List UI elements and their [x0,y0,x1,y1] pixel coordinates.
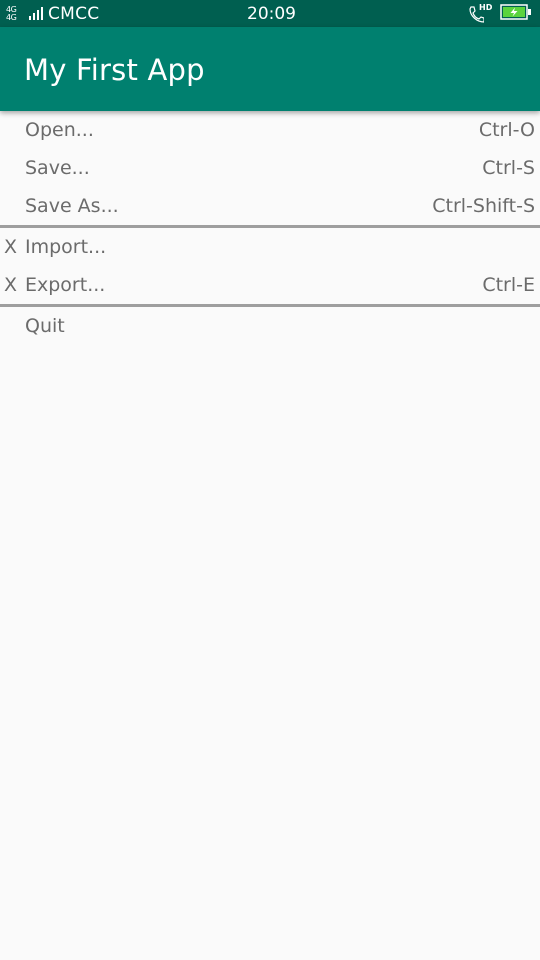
menu-item-export[interactable]: X Export... Ctrl-E [0,266,540,304]
menu-item-shortcut: Ctrl-Shift-S [432,195,535,217]
status-left: 4G 4G CMCC [6,3,99,25]
check-mark: X [4,236,18,258]
menu-item-quit[interactable]: Quit [0,307,540,345]
menu-item-shortcut: Ctrl-E [482,274,535,296]
status-bar: 4G 4G CMCC 20:09 HD [0,0,540,27]
menu-item-save[interactable]: Save... Ctrl-S [0,149,540,187]
menu-item-open[interactable]: Open... Ctrl-O [0,111,540,149]
menu-item-import[interactable]: X Import... [0,228,540,266]
battery-charging-icon [500,4,532,24]
menu-list: Open... Ctrl-O Save... Ctrl-S Save As...… [0,111,540,345]
call-hd-icon: HD [468,3,493,24]
menu-item-label: Save... [25,157,90,179]
menu-item-save-as[interactable]: Save As... Ctrl-Shift-S [0,187,540,225]
status-right: HD [468,3,532,25]
menu-item-label: Import... [25,236,107,258]
menu-item-label: Export... [25,274,106,296]
menu-item-label: Quit [25,315,65,337]
app-title: My First App [24,53,205,87]
carrier-name: CMCC [48,4,100,24]
network-type-label: 4G 4G [6,5,17,22]
status-clock: 20:09 [247,4,296,24]
signal-icon [29,7,45,20]
hd-label: HD [479,3,493,12]
menu-item-label: Save As... [25,195,119,217]
menu-item-shortcut: Ctrl-O [478,119,535,141]
app-bar: My First App [0,27,540,111]
menu-item-label: Open... [25,119,94,141]
menu-item-shortcut: Ctrl-S [482,157,535,179]
check-mark: X [4,274,18,296]
